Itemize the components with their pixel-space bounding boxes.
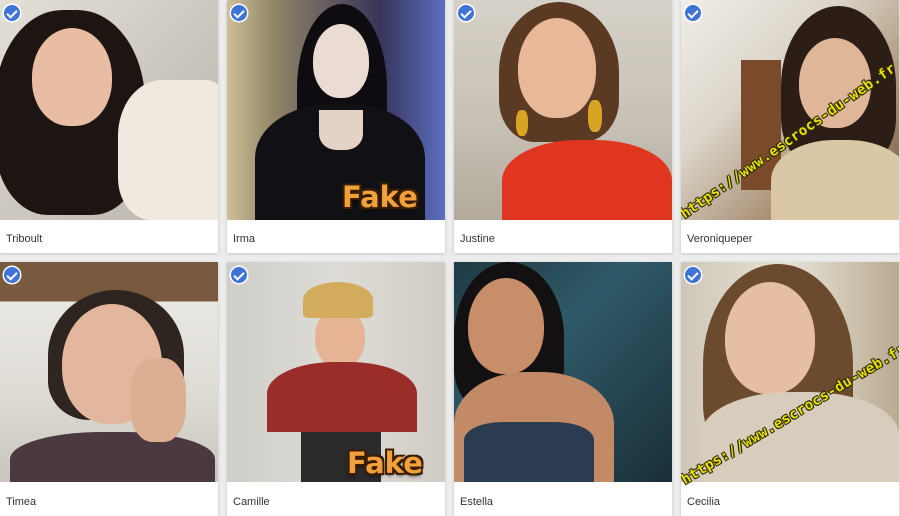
verified-check-icon	[685, 267, 701, 283]
verified-check-icon	[4, 5, 20, 21]
profile-name: Triboult	[6, 233, 43, 245]
profile-card-estella[interactable]: Estella	[454, 262, 672, 516]
profile-photo[interactable]	[454, 0, 672, 220]
profile-name: Irma	[233, 233, 255, 245]
profile-name: Estella	[460, 496, 494, 508]
profile-card-timea[interactable]: Timea	[0, 262, 218, 516]
verified-check-icon	[231, 5, 247, 21]
fake-label: Fake	[342, 180, 418, 214]
profile-name: Camille	[233, 496, 270, 508]
profile-photo[interactable]	[454, 262, 672, 482]
profile-name: Timea	[6, 496, 37, 508]
profile-card-cecilia[interactable]: https://www.escrocs-du-web.fr Cecilia	[681, 262, 899, 516]
verified-check-icon	[4, 267, 20, 283]
profile-name: Cecilia	[687, 496, 721, 508]
verified-check-icon	[685, 5, 701, 21]
profile-card-irma[interactable]: Fake Irma	[227, 0, 445, 253]
profile-card-veroniqueper[interactable]: https://www.escrocs-du-web.fr Veroniquep…	[681, 0, 899, 253]
profile-name: Justine	[460, 233, 495, 245]
profile-grid: Triboult Fake Irma Justine https://www.e…	[0, 0, 900, 516]
profile-photo[interactable]	[0, 262, 218, 482]
profile-photo[interactable]	[0, 0, 218, 220]
profile-card-justine[interactable]: Justine	[454, 0, 672, 253]
profile-card-triboult[interactable]: Triboult	[0, 0, 218, 253]
profile-name: Veroniqueper	[687, 233, 753, 245]
verified-check-icon	[231, 267, 247, 283]
profile-card-camille[interactable]: Fake Camille	[227, 262, 445, 516]
verified-check-icon	[458, 5, 474, 21]
fake-label: Fake	[347, 446, 423, 480]
